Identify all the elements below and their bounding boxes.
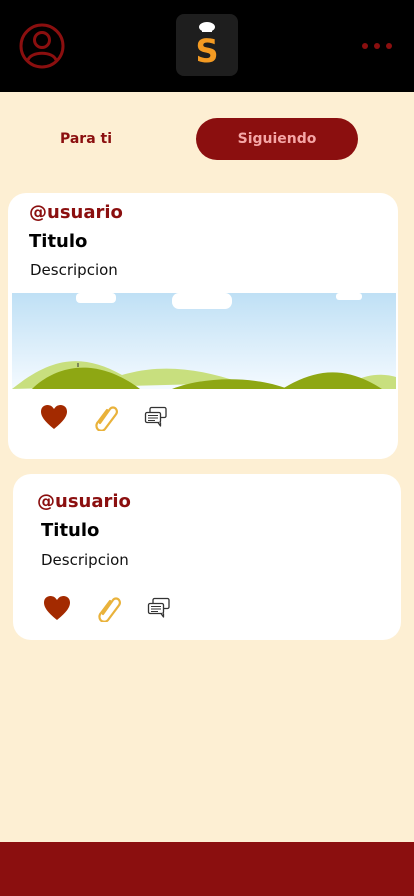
tab-siguiendo[interactable]: Siguiendo xyxy=(196,118,358,160)
post-username[interactable]: @usuario xyxy=(29,202,123,223)
more-dots-icon[interactable] xyxy=(360,38,396,54)
top-bar: S xyxy=(0,0,414,92)
paperclip-icon[interactable] xyxy=(92,403,120,435)
profile-icon[interactable] xyxy=(18,22,66,70)
post-description: Descripcion xyxy=(41,551,129,569)
post-username[interactable]: @usuario xyxy=(37,491,131,512)
post-title: Titulo xyxy=(29,231,88,252)
comments-icon[interactable] xyxy=(144,406,168,432)
heart-icon[interactable] xyxy=(43,595,71,625)
paperclip-icon[interactable] xyxy=(95,594,123,626)
heart-icon[interactable] xyxy=(40,404,68,434)
bottom-bar xyxy=(0,842,414,896)
feed-tabs: Para ti Siguiendo xyxy=(0,118,414,162)
post-card[interactable]: @usuario Titulo Descripcion xyxy=(13,474,401,640)
post-image[interactable] xyxy=(12,293,396,389)
post-description: Descripcion xyxy=(30,261,118,279)
post-card[interactable]: @usuario Titulo Descripcion xyxy=(8,193,398,459)
app-logo[interactable]: S xyxy=(176,14,238,76)
comments-icon[interactable] xyxy=(147,597,171,623)
logo-letter: S xyxy=(195,32,218,70)
post-actions xyxy=(40,403,168,435)
post-actions xyxy=(43,594,171,626)
tab-para-ti[interactable]: Para ti xyxy=(24,118,148,160)
post-title: Titulo xyxy=(41,520,100,541)
